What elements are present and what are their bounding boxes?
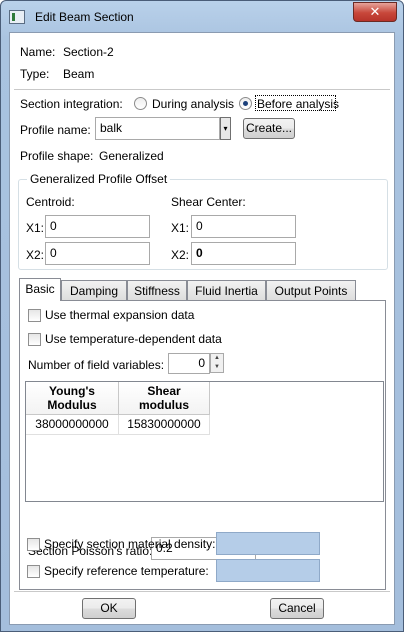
tab-damping[interactable]: Damping (61, 280, 127, 301)
name-label: Name: (20, 45, 56, 59)
chevron-down-icon[interactable]: ▾ (220, 117, 231, 140)
title-bar[interactable]: Edit Beam Section ✕ (1, 1, 403, 33)
table-cell[interactable]: 15830000000 (119, 415, 210, 435)
spin-down-icon[interactable]: ▼ (214, 364, 220, 370)
centroid-x2-input[interactable]: 0 (45, 242, 150, 265)
thermal-expansion-checkbox[interactable] (28, 309, 41, 322)
ref-temp-input (216, 559, 320, 582)
name-value: Section-2 (63, 45, 114, 59)
create-profile-button[interactable]: Create... (243, 118, 295, 139)
material-table[interactable]: Young's Modulus Shear modulus 3800000000… (25, 381, 384, 502)
temp-dependent-label[interactable]: Use temperature-dependent data (45, 332, 222, 346)
separator (14, 591, 390, 592)
profile-shape-value: Generalized (99, 149, 164, 163)
offset-group-title: Generalized Profile Offset (27, 172, 171, 186)
cancel-button[interactable]: Cancel (270, 598, 324, 619)
profile-name-label: Profile name: (20, 123, 91, 137)
dialog-window: Edit Beam Section ✕ Name: Section-2 Type… (0, 0, 404, 632)
centroid-x2-label: X2: (26, 248, 45, 262)
during-analysis-label[interactable]: During analysis (152, 97, 234, 111)
during-analysis-radio[interactable] (134, 97, 147, 110)
field-variables-spinner[interactable]: ▲ ▼ (210, 353, 224, 373)
field-variables-label: Number of field variables: (28, 358, 165, 372)
window-title: Edit Beam Section (35, 10, 134, 24)
section-integration-label: Section integration: (20, 97, 123, 111)
ref-temp-checkbox[interactable] (27, 565, 40, 578)
shear-x2-label: X2: (171, 248, 190, 262)
profile-name-combo[interactable]: balk (95, 117, 220, 140)
ok-button[interactable]: OK (82, 598, 136, 619)
app-icon (9, 10, 25, 24)
shear-x1-input[interactable]: 0 (191, 215, 296, 238)
density-checkbox[interactable] (27, 538, 40, 551)
shear-center-label: Shear Center: (171, 195, 246, 209)
thermal-expansion-label[interactable]: Use thermal expansion data (45, 308, 194, 322)
before-analysis-label[interactable]: Before analysis (257, 97, 339, 111)
header-line: Shear (147, 384, 181, 398)
tab-output-points[interactable]: Output Points (266, 280, 356, 301)
density-label[interactable]: Specify section material density: (44, 537, 215, 551)
tab-fluid-inertia[interactable]: Fluid Inertia (187, 280, 266, 301)
field-variables-input[interactable]: 0 (168, 353, 210, 374)
shear-x2-input[interactable]: 0 (191, 242, 296, 265)
header-line: Modulus (47, 398, 97, 412)
profile-shape-label: Profile shape: (20, 149, 94, 163)
spin-up-icon[interactable]: ▲ (214, 355, 220, 361)
tab-stiffness[interactable]: Stiffness (127, 280, 187, 301)
centroid-label: Centroid: (26, 195, 75, 209)
ref-temp-label[interactable]: Specify reference temperature: (44, 564, 209, 578)
before-analysis-radio[interactable] (239, 97, 252, 110)
close-button[interactable]: ✕ (353, 2, 397, 22)
separator (14, 89, 390, 90)
column-header[interactable]: Shear modulus (119, 382, 210, 415)
centroid-x1-label: X1: (26, 221, 45, 235)
column-header[interactable]: Young's Modulus (26, 382, 119, 415)
temp-dependent-checkbox[interactable] (28, 333, 41, 346)
header-line: Young's (49, 384, 95, 398)
type-value: Beam (63, 67, 95, 81)
dialog-body: Name: Section-2 Type: Beam Section integ… (9, 32, 395, 625)
tab-basic[interactable]: Basic (19, 278, 61, 301)
table-cell[interactable]: 38000000000 (26, 415, 119, 435)
header-line: modulus (139, 398, 189, 412)
type-label: Type: (20, 67, 50, 81)
density-input (216, 532, 320, 555)
shear-x1-label: X1: (171, 221, 190, 235)
centroid-x1-input[interactable]: 0 (45, 215, 150, 238)
